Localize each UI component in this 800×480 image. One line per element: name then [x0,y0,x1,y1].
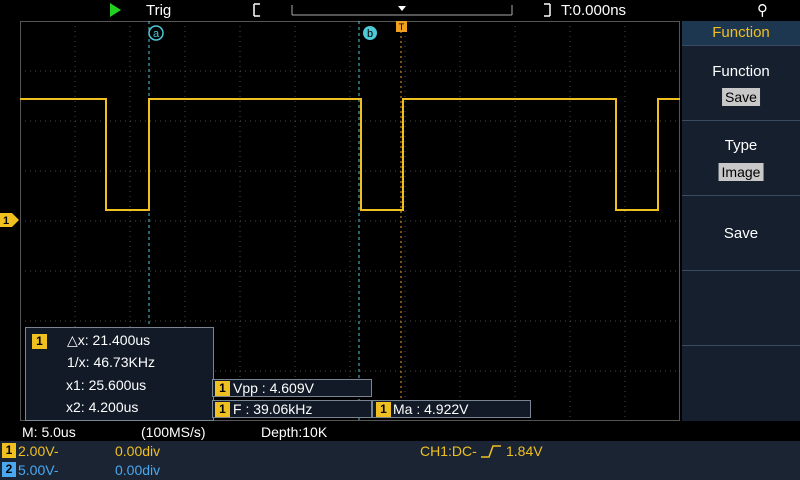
trigger-source-readout[interactable]: CH1:DC- [420,442,477,460]
menu-item-label: Function [712,63,770,80]
usb-icon: ⚲ [757,2,768,19]
trigger-status: Trig [146,2,172,19]
menu-empty-button-5[interactable] [682,345,800,421]
ch2-volts-div: 5.00V- [18,462,59,478]
cursor-b-label: b [367,28,373,40]
play-icon[interactable] [110,3,121,17]
rising-edge-icon [481,445,501,458]
svg-text:1: 1 [3,215,9,227]
svg-text:T: T [399,22,405,32]
ch1-badge: 1 [2,443,16,458]
trigger-marker-icon[interactable]: T [396,21,407,32]
cursor-x2: x2: 4.200us [66,399,139,415]
acquisition-status-bar: M: 5.0us (100MS/s) Depth:10K [0,424,800,441]
measurement-channel-badge: 1 [215,402,230,417]
ch2-badge: 2 [2,462,16,477]
timebase-readout[interactable]: M: 5.0us [22,424,76,440]
measurement-max: 1 Ma : 4.922V [372,400,531,418]
ch1-level-marker[interactable]: 1 [0,213,20,227]
sample-rate-readout: (100MS/s) [141,424,206,440]
cursor-channel-badge: 1 [32,334,47,349]
trigger-level-readout: 1.84V [506,443,543,459]
menu-item-label: Save [723,225,759,242]
menu-item-value: Save [722,88,760,106]
cursor-x1: x1: 25.600us [66,377,147,393]
menu-empty-button-4[interactable] [682,270,800,345]
top-status-bar: Trig T:0.000ns ⚲ [0,0,800,22]
channel-status-bar: 1 2.00V- 0.00div CH1:DC- 1.84V 2 5.00V- … [0,441,800,480]
ch2-status-row[interactable]: 2 5.00V- 0.00div [0,461,800,479]
memory-depth-readout: Depth:10K [261,424,328,440]
menu-save-button[interactable]: Save [682,195,800,270]
time-offset-readout: T:0.000ns [561,2,627,19]
cursor-readout-panel: 1 △x: 21.400us 1/x: 46.73KHz x1: 25.600u… [25,327,214,421]
measurement-vpp: 1 Vpp : 4.609V [212,379,372,397]
function-menu: Function Function Save Type Image Save [682,21,800,421]
measurement-value: Ma : 4.922V [393,401,469,417]
ch2-offset: 0.00div [115,462,161,478]
ch1-offset: 0.00div [115,443,161,459]
measurement-channel-badge: 1 [376,402,391,417]
cursor-a-label: a [153,28,160,40]
cursor-inverse-delta: 1/x: 46.73KHz [67,354,155,370]
ch1-volts-div: 2.00V- [18,443,59,459]
measurement-frequency: 1 F : 39.06kHz [212,400,372,418]
memory-position-bar[interactable] [252,2,552,18]
measurement-value: F : 39.06kHz [233,401,313,417]
menu-header: Function [682,21,800,45]
measurement-channel-badge: 1 [215,381,230,396]
cursor-delta-x: △x: 21.400us [67,332,151,348]
menu-item-label: Type [724,137,758,154]
menu-function-button[interactable]: Function Save [682,45,800,120]
menu-item-value: Image [718,163,764,181]
ch1-status-row[interactable]: 1 2.00V- 0.00div CH1:DC- 1.84V [0,442,800,460]
menu-type-button[interactable]: Type Image [682,120,800,195]
measurement-value: Vpp : 4.609V [233,380,314,396]
